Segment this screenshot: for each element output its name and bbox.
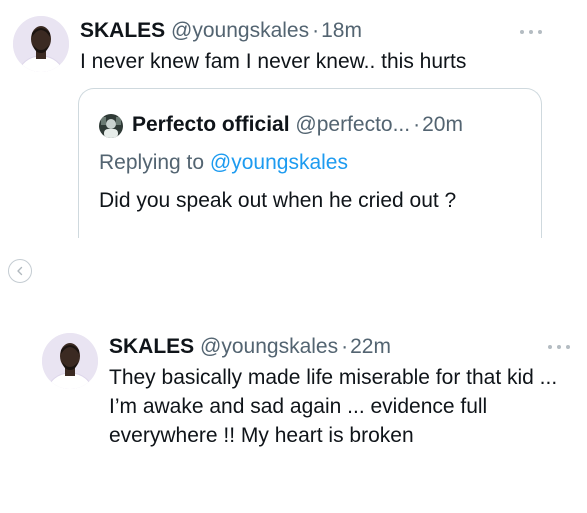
replying-to: Replying to @youngskales [99,150,348,176]
replying-label: Replying to [99,151,205,174]
tweet-header: SKALES @youngskales ·18m [80,18,362,44]
quoted-tweet[interactable]: Perfecto official @perfecto... ·20m Reply… [78,88,542,238]
tweet-header: SKALES @youngskales ·22m [109,334,391,360]
user-handle[interactable]: @perfecto... [295,113,410,136]
separator: · [341,335,349,358]
avatar[interactable] [13,16,69,72]
user-handle[interactable]: @youngskales [171,19,309,42]
more-options-icon[interactable] [520,27,542,37]
separator: · [312,19,320,42]
display-name[interactable]: Perfecto official [132,113,290,136]
timestamp[interactable]: 18m [321,19,362,42]
quoted-tweet-text: Did you speak out when he cried out ? [99,189,457,212]
avatar[interactable] [42,333,98,389]
tweet-text: They basically made life miserable for t… [109,366,558,447]
replying-handle-link[interactable]: @youngskales [210,151,348,174]
timestamp[interactable]: 20m [422,113,463,136]
avatar[interactable] [99,114,123,138]
display-name[interactable]: SKALES [80,19,165,42]
more-options-icon[interactable] [548,342,570,352]
chevron-left-icon[interactable] [8,259,32,283]
display-name[interactable]: SKALES [109,335,194,358]
quoted-tweet-header: Perfecto official @perfecto... ·20m [132,112,463,138]
tweet-screenshot: SKALES @youngskales ·18m I never knew fam… [0,0,587,513]
separator: · [413,113,421,136]
tweet-text: I never knew fam I never knew.. this hur… [80,50,467,73]
user-handle[interactable]: @youngskales [200,335,338,358]
timestamp[interactable]: 22m [350,335,391,358]
